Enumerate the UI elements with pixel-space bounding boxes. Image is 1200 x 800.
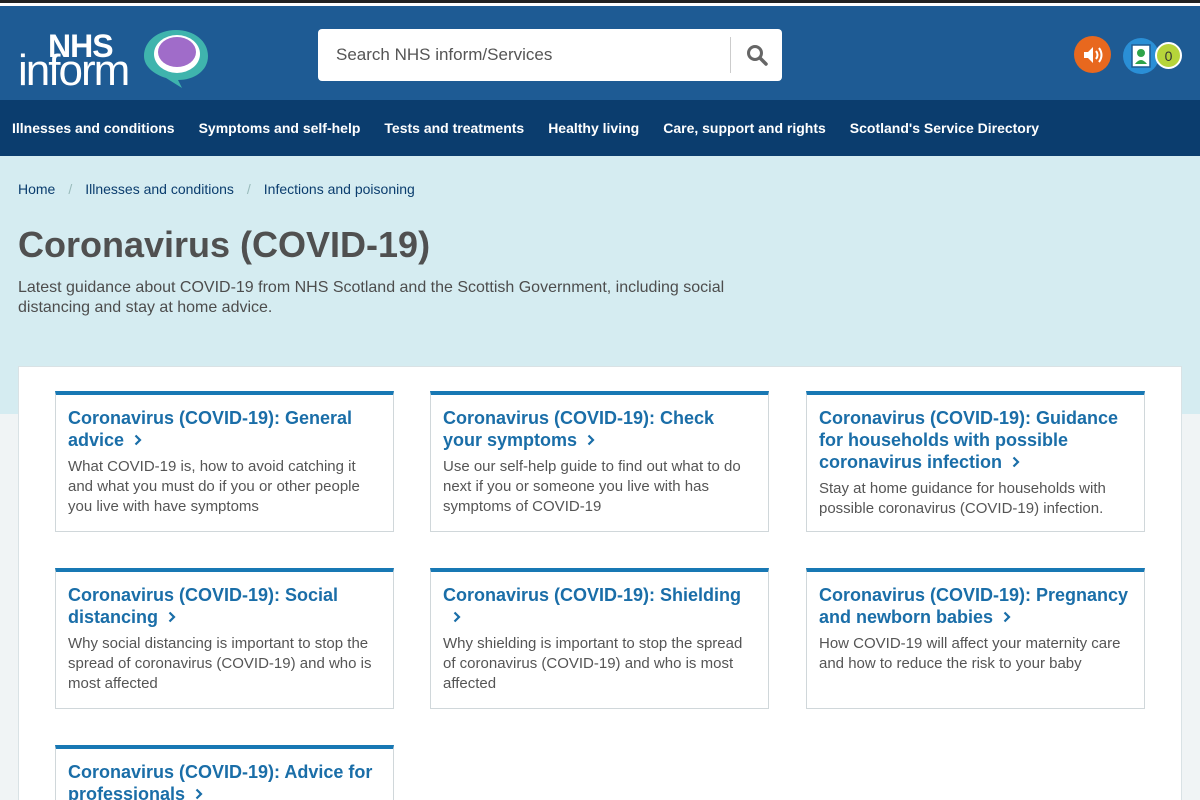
cards-panel: Coronavirus (COVID-19): General advice W… [18, 366, 1182, 800]
card-title-link[interactable]: Coronavirus (COVID-19): Shielding [443, 584, 756, 628]
card-description: Stay at home guidance for households wit… [819, 480, 1106, 517]
site-header: NHS inform 0 [0, 6, 1200, 100]
my-info-button[interactable] [1123, 38, 1159, 74]
chevron-right-icon [134, 429, 142, 451]
card-title-link[interactable]: Coronavirus (COVID-19): General advice [68, 407, 381, 451]
card-title: Coronavirus (COVID-19): Social distancin… [68, 585, 339, 627]
nhs-inform-logo[interactable]: NHS inform [18, 28, 218, 95]
card-title: Coronavirus (COVID-19): Shielding [443, 585, 742, 605]
card-title-link[interactable]: Coronavirus (COVID-19): Guidance for hou… [819, 407, 1132, 473]
card-title: Coronavirus (COVID-19): General advice [68, 408, 353, 450]
chevron-right-icon [1003, 606, 1011, 628]
breadcrumb: Home / Illnesses and conditions / Infect… [18, 181, 415, 197]
card-description: Why shielding is important to stop the s… [443, 635, 743, 692]
chevron-right-icon [453, 606, 461, 628]
card-title-link[interactable]: Coronavirus (COVID-19): Advice for profe… [68, 761, 381, 800]
card-pregnancy[interactable]: Coronavirus (COVID-19): Pregnancy and ne… [806, 568, 1145, 709]
card-description: What COVID-19 is, how to avoid catching … [68, 458, 360, 515]
logo-inform-text: inform [18, 46, 130, 95]
card-title: Coronavirus (COVID-19): Pregnancy and ne… [819, 585, 1129, 627]
search-bar [318, 29, 782, 81]
card-description: Use our self-help guide to find out what… [443, 458, 741, 515]
nav-item-healthy-living[interactable]: Healthy living [548, 120, 639, 136]
nav-item-symptoms[interactable]: Symptoms and self-help [199, 120, 361, 136]
speaker-icon [1083, 46, 1102, 63]
card-title: Coronavirus (COVID-19): Guidance for hou… [819, 408, 1119, 472]
chevron-right-icon [168, 606, 176, 628]
card-description: How COVID-19 will affect your maternity … [819, 635, 1121, 672]
person-card-icon [1131, 44, 1151, 68]
card-general-advice[interactable]: Coronavirus (COVID-19): General advice W… [55, 391, 394, 532]
saved-count-badge: 0 [1155, 42, 1182, 69]
nav-item-service-directory[interactable]: Scotland's Service Directory [850, 120, 1039, 136]
chevron-right-icon [587, 429, 595, 451]
breadcrumb-separator: / [68, 181, 73, 197]
card-title-link[interactable]: Coronavirus (COVID-19): Pregnancy and ne… [819, 584, 1132, 628]
breadcrumb-illnesses[interactable]: Illnesses and conditions [85, 181, 234, 197]
page-title: Coronavirus (COVID-19) [18, 224, 431, 265]
card-social-distancing[interactable]: Coronavirus (COVID-19): Social distancin… [55, 568, 394, 709]
read-aloud-button[interactable] [1074, 36, 1111, 73]
card-title-link[interactable]: Coronavirus (COVID-19): Social distancin… [68, 584, 381, 628]
main-nav: Illnesses and conditions Symptoms and se… [0, 100, 1200, 156]
breadcrumb-separator: / [246, 181, 251, 197]
nav-item-care-support[interactable]: Care, support and rights [663, 120, 826, 136]
nav-item-tests[interactable]: Tests and treatments [384, 120, 524, 136]
nav-item-illnesses[interactable]: Illnesses and conditions [12, 120, 175, 136]
search-icon [746, 45, 768, 66]
card-title-link[interactable]: Coronavirus (COVID-19): Check your sympt… [443, 407, 756, 451]
chevron-right-icon [1012, 451, 1020, 473]
card-professionals[interactable]: Coronavirus (COVID-19): Advice for profe… [55, 745, 394, 800]
speech-bubble-icon [144, 30, 208, 88]
card-description: Why social distancing is important to st… [68, 635, 372, 692]
card-title: Coronavirus (COVID-19): Check your sympt… [443, 408, 715, 450]
chevron-right-icon [195, 783, 203, 800]
card-check-symptoms[interactable]: Coronavirus (COVID-19): Check your sympt… [430, 391, 769, 532]
search-button[interactable] [731, 29, 782, 81]
card-households-guidance[interactable]: Coronavirus (COVID-19): Guidance for hou… [806, 391, 1145, 532]
breadcrumb-home[interactable]: Home [18, 181, 55, 197]
card-shielding[interactable]: Coronavirus (COVID-19): Shielding Why sh… [430, 568, 769, 709]
breadcrumb-infections[interactable]: Infections and poisoning [264, 181, 415, 197]
card-title: Coronavirus (COVID-19): Advice for profe… [68, 762, 373, 800]
search-input[interactable] [318, 29, 730, 81]
page-intro: Latest guidance about COVID-19 from NHS … [18, 279, 725, 316]
